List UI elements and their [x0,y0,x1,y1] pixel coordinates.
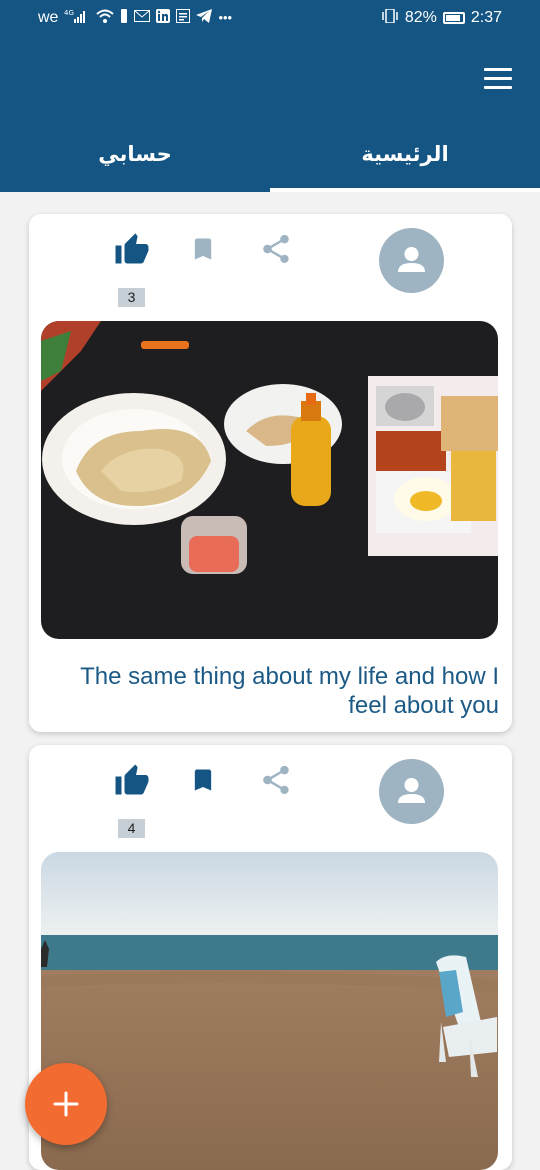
bookmark-icon[interactable] [189,233,217,265]
vibrate-icon [381,8,399,27]
post-card: 3 The same thing about my life and how I… [29,214,512,732]
carrier-label: we [38,9,59,26]
post-image[interactable] [41,321,498,639]
hamburger-menu-icon[interactable] [484,68,512,90]
add-icon [53,1091,79,1117]
telegram-icon [196,9,213,27]
share-icon[interactable] [259,763,293,797]
like-icon[interactable] [113,232,151,268]
post-caption: The same thing about my life and how I f… [80,663,499,719]
like-count: 4 [118,819,145,838]
network-icon: 4G [64,9,90,27]
usb-icon [120,9,128,27]
linkedin-icon [156,9,171,27]
add-post-button[interactable] [25,1063,107,1145]
battery-icon [442,12,465,24]
mail-icon [134,10,151,26]
status-bar: we 4G ••• 82% 2:37 [0,0,540,36]
more-icon: ••• [218,10,233,25]
bookmark-icon[interactable] [189,764,217,796]
post-image[interactable] [41,852,498,1170]
status-bar-left: we 4G ••• [38,9,232,27]
tab-bar: الرئيسية حسابي [0,116,540,192]
tab-home[interactable]: الرئيسية [270,116,540,192]
clock: 2:37 [470,9,502,26]
app-bar: الرئيسية حسابي [0,36,540,192]
status-bar-right: 82% 2:37 [381,8,502,27]
tab-my-account[interactable]: حسابي [0,116,270,192]
avatar[interactable] [379,759,444,824]
like-count: 3 [118,288,145,307]
svg-text:4G: 4G [64,9,74,17]
share-icon[interactable] [259,232,293,266]
avatar[interactable] [379,228,444,293]
battery-percent: 82% [404,9,437,26]
news-icon [176,9,191,27]
like-icon[interactable] [113,763,151,799]
wifi-icon [96,9,115,27]
